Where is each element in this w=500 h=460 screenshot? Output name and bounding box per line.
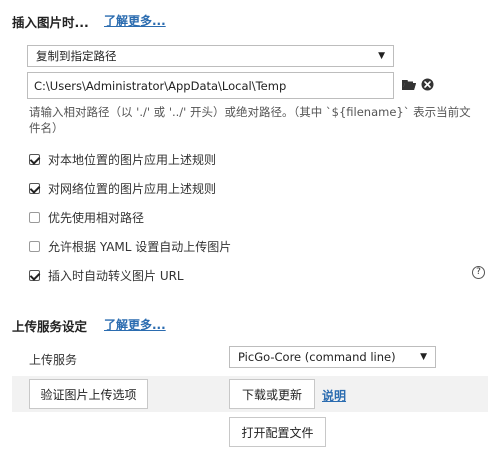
option-escape-url[interactable]: 插入时自动转义图片 URL bbox=[29, 267, 184, 284]
option-apply-network-checkbox[interactable] bbox=[29, 183, 40, 194]
image-path-input-value: C:\Users\Administrator\AppData\Local\Tem… bbox=[34, 78, 287, 93]
upload-service-select[interactable]: PicGo-Core (command line) ▼ bbox=[229, 346, 436, 368]
option-escape-url-checkbox[interactable] bbox=[29, 270, 40, 281]
chevron-down-icon: ▼ bbox=[420, 352, 427, 362]
verify-upload-button[interactable]: 验证图片上传选项 bbox=[29, 379, 148, 409]
clear-path-icon[interactable] bbox=[421, 78, 434, 91]
option-relative-path[interactable]: 优先使用相对路径 bbox=[29, 209, 144, 226]
option-yaml-upload[interactable]: 允许根据 YAML 设置自动上传图片 bbox=[29, 238, 231, 255]
folder-icon[interactable] bbox=[402, 79, 416, 91]
option-apply-network[interactable]: 对网络位置的图片应用上述规则 bbox=[29, 180, 216, 197]
option-relative-path-checkbox[interactable] bbox=[29, 212, 40, 223]
upload-service-select-value: PicGo-Core (command line) bbox=[238, 350, 396, 364]
docs-link[interactable]: 说明 bbox=[322, 387, 346, 404]
option-yaml-upload-checkbox[interactable] bbox=[29, 241, 40, 252]
option-relative-path-label: 优先使用相对路径 bbox=[48, 211, 145, 225]
chevron-down-icon: ▼ bbox=[378, 51, 385, 61]
upload-service-label: 上传服务 bbox=[29, 353, 78, 367]
option-apply-local-label: 对本地位置的图片应用上述规则 bbox=[48, 153, 217, 167]
download-update-button[interactable]: 下载或更新 bbox=[229, 379, 315, 409]
path-hint-text: 请输入相对路径（以 './' 或 '../' 开头）或绝对路径。（其中 `${f… bbox=[29, 105, 471, 135]
image-learn-more-link[interactable]: 了解更多... bbox=[104, 12, 166, 29]
open-config-button[interactable]: 打开配置文件 bbox=[229, 417, 326, 447]
image-section-title: 插入图片时... bbox=[12, 15, 89, 30]
option-escape-url-label: 插入时自动转义图片 URL bbox=[48, 269, 184, 283]
help-icon[interactable]: ? bbox=[472, 266, 485, 279]
image-path-input[interactable]: C:\Users\Administrator\AppData\Local\Tem… bbox=[27, 72, 394, 99]
option-apply-local[interactable]: 对本地位置的图片应用上述规则 bbox=[29, 151, 216, 168]
option-apply-network-label: 对网络位置的图片应用上述规则 bbox=[48, 182, 217, 196]
upload-section-title: 上传服务设定 bbox=[12, 319, 88, 334]
upload-learn-more-link[interactable]: 了解更多... bbox=[104, 316, 166, 333]
image-action-select-value: 复制到指定路径 bbox=[36, 49, 117, 63]
option-yaml-upload-label: 允许根据 YAML 设置自动上传图片 bbox=[48, 240, 232, 254]
option-apply-local-checkbox[interactable] bbox=[29, 154, 40, 165]
image-action-select[interactable]: 复制到指定路径 ▼ bbox=[27, 45, 394, 67]
